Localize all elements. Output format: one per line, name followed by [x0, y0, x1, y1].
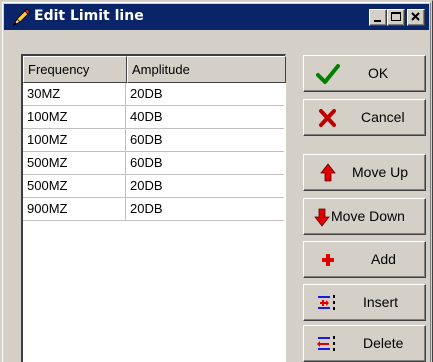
- frequency-cell: 500MZ: [23, 175, 126, 197]
- add-label: Add: [371, 251, 396, 267]
- minimize-icon: [374, 20, 381, 22]
- maximize-icon: [391, 12, 401, 21]
- amplitude-cell: 60DB: [130, 155, 163, 170]
- column-header-amplitude[interactable]: Amplitude: [127, 56, 286, 83]
- table-row[interactable]: 100MZ 40DB: [23, 106, 284, 129]
- arrow-up-icon: [316, 162, 340, 184]
- frequency-cell: 100MZ: [23, 129, 126, 151]
- table-row[interactable]: 900MZ 20DB: [23, 198, 284, 221]
- add-button[interactable]: Add: [303, 241, 426, 278]
- limit-line-table[interactable]: Frequency Amplitude 30MZ 20DB 100MZ 40DB…: [21, 54, 286, 362]
- title-bar[interactable]: Edit Limit line: [4, 4, 429, 30]
- maximize-button[interactable]: [387, 9, 405, 26]
- amplitude-cell: 40DB: [130, 109, 163, 124]
- move-down-button[interactable]: Move Down: [303, 198, 426, 235]
- move-down-label: Move Down: [331, 208, 405, 224]
- insert-label: Insert: [363, 294, 399, 310]
- ok-label: OK: [368, 65, 389, 81]
- delete-label: Delete: [363, 335, 404, 351]
- checkmark-icon: [316, 63, 340, 85]
- cancel-label: Cancel: [361, 109, 405, 125]
- plus-icon: [316, 249, 340, 271]
- frequency-cell: 100MZ: [23, 106, 126, 128]
- insert-button[interactable]: Insert: [303, 284, 426, 321]
- pencil-icon: [10, 7, 32, 29]
- table-row[interactable]: 500MZ 20DB: [23, 175, 284, 198]
- insert-row-icon: [316, 292, 340, 314]
- amplitude-cell: 20DB: [130, 201, 163, 216]
- move-up-button[interactable]: Move Up: [303, 154, 426, 191]
- edit-limit-line-dialog: Edit Limit line Frequency Amplitude 30MZ…: [0, 0, 433, 362]
- frequency-cell: 30MZ: [23, 83, 126, 105]
- frequency-cell: 500MZ: [23, 152, 126, 174]
- window-title: Edit Limit line: [34, 8, 144, 24]
- amplitude-cell: 20DB: [130, 86, 163, 101]
- frequency-cell: 900MZ: [23, 198, 126, 220]
- amplitude-cell: 60DB: [130, 132, 163, 147]
- minimize-button[interactable]: [369, 9, 387, 26]
- column-header-frequency[interactable]: Frequency: [23, 56, 127, 83]
- amplitude-cell: 20DB: [130, 178, 163, 193]
- delete-button[interactable]: Delete: [303, 325, 426, 362]
- table-row[interactable]: 100MZ 60DB: [23, 129, 284, 152]
- ok-button[interactable]: OK: [303, 55, 426, 92]
- move-up-label: Move Up: [352, 164, 409, 180]
- table-row[interactable]: 30MZ 20DB: [23, 83, 284, 106]
- table-row[interactable]: 500MZ 60DB: [23, 152, 284, 175]
- delete-row-icon: [316, 333, 340, 355]
- close-icon: [411, 12, 420, 21]
- cancel-button[interactable]: Cancel: [303, 99, 426, 136]
- x-mark-icon: [316, 107, 340, 129]
- close-button[interactable]: [407, 9, 425, 26]
